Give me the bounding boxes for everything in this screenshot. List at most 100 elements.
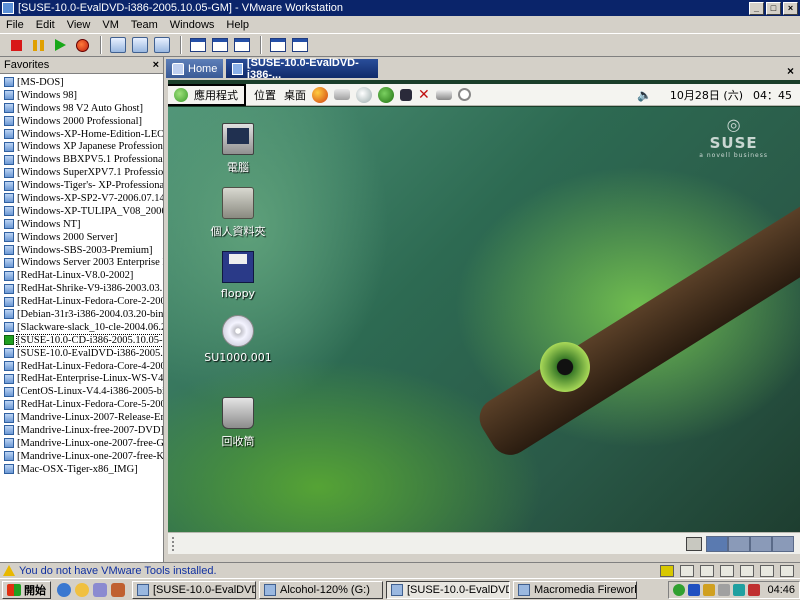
cdrom-device-icon[interactable] <box>680 564 694 577</box>
network-device-icon[interactable] <box>720 564 734 577</box>
desktop-icon-cdrom[interactable]: SU1000.001 <box>198 315 278 364</box>
message-log-icon[interactable] <box>780 564 794 577</box>
favorites-item[interactable]: [SUSE-10.0-CD-i386-2005.10.05-GM <box>0 333 163 347</box>
workspace-1[interactable] <box>706 535 728 552</box>
favorites-item[interactable]: [Mandrive-Linux-one-2007-free-Gnor <box>0 437 163 450</box>
taskbar-item[interactable]: [SUSE-10.0-EvalDVD-i3... <box>132 580 256 599</box>
appliance-view-button[interactable] <box>290 35 310 55</box>
menu-edit[interactable]: Edit <box>36 19 55 31</box>
revert-snapshot-button[interactable] <box>130 35 150 55</box>
taskbar-item[interactable]: Macromedia Fireworks M... <box>513 580 637 599</box>
harddisk-icon[interactable] <box>660 564 674 577</box>
favorites-item[interactable]: [RedHat-Linux-V8.0-2002] <box>0 269 163 282</box>
menu-team[interactable]: Team <box>131 19 158 31</box>
favorites-item[interactable]: [RedHat-Linux-Fedora-Core-2-2004] <box>0 295 163 308</box>
panel-time[interactable]: 04：45 <box>753 87 792 103</box>
favorites-item[interactable]: [RedHat-Enterprise-Linux-WS-V4.0-2 <box>0 372 163 385</box>
full-screen-button[interactable] <box>210 35 230 55</box>
messenger-icon[interactable] <box>75 582 89 597</box>
places-menu[interactable]: 位置 <box>254 87 276 103</box>
help-icon[interactable] <box>356 86 372 103</box>
media-icon[interactable] <box>93 582 107 597</box>
console-view-button[interactable] <box>268 35 288 55</box>
panel-date[interactable]: 10月28日 (六) <box>670 87 743 103</box>
tab-close-button[interactable]: × <box>787 64 800 78</box>
system-clock[interactable]: 04:46 <box>767 584 795 596</box>
ie-icon[interactable] <box>57 582 71 597</box>
desktop-wallpaper[interactable]: ◎ SUSE a novell business 電腦 個人資料夾 floppy… <box>168 107 800 532</box>
menu-file[interactable]: File <box>6 19 24 31</box>
dialog-icon[interactable] <box>400 88 412 101</box>
workspace-2[interactable] <box>728 535 750 552</box>
tray-icon-5[interactable] <box>733 583 746 596</box>
favorites-item[interactable]: [SUSE-10.0-EvalDVD-i386-2005.10.0 <box>0 347 163 360</box>
favorites-item[interactable]: [Windows 2000 Server] <box>0 231 163 244</box>
printer-icon[interactable] <box>435 89 452 100</box>
favorites-item[interactable]: [RedHat-Linux-Fedora-Core-5-2006-i <box>0 398 163 411</box>
favorites-item[interactable]: [MS-DOS] <box>0 76 163 89</box>
tray-icon-1[interactable] <box>673 583 686 596</box>
desktop-menu[interactable]: 桌面 <box>284 87 306 103</box>
favorites-item[interactable]: [Windows XP Japanese Professional] <box>0 140 163 153</box>
panel-handle[interactable] <box>172 536 178 551</box>
network-icon[interactable] <box>378 86 394 103</box>
quick-switch-button[interactable] <box>188 35 208 55</box>
favorites-item[interactable]: [Mandrive-Linux-one-2007-free-KDE] <box>0 450 163 463</box>
favorites-item[interactable]: [Windows-SBS-2003-Premium] <box>0 244 163 257</box>
favorites-item[interactable]: [CentOS-Linux-V4.4-i386-2005-bin1- <box>0 385 163 398</box>
show-desktop-icon[interactable] <box>686 536 702 551</box>
favorites-item[interactable]: [RedHat-Linux-Fedora-Core-4-2005] <box>0 360 163 373</box>
favorites-item[interactable]: [Windows SuperXPV7.1 Professional] <box>0 166 163 179</box>
favorites-item[interactable]: [Mandrive-Linux-free-2007-DVD] <box>0 424 163 437</box>
reset-button[interactable] <box>72 35 92 55</box>
desktop-icon-computer[interactable]: 電腦 <box>198 123 278 175</box>
favorites-item[interactable]: [Windows-XP-SP2-V7-2006.07.14_IS <box>0 192 163 205</box>
favorites-item[interactable]: [Windows NT] <box>0 218 163 231</box>
sound-device-icon[interactable] <box>760 564 774 577</box>
floppy-device-icon[interactable] <box>700 564 714 577</box>
close-button[interactable]: × <box>783 1 798 15</box>
close-icon[interactable]: ✕ <box>418 87 430 103</box>
favorites-item[interactable]: [Windows BBXPV5.1 Professional] <box>0 153 163 166</box>
taskbar-item-active[interactable]: [SUSE-10.0-EvalDVD-i3... <box>386 580 510 599</box>
search-icon[interactable] <box>457 88 471 101</box>
desktop-icon-home-folder[interactable]: 個人資料夾 <box>198 187 278 239</box>
favorites-item[interactable]: [Windows Server 2003 Enterprise Edit <box>0 256 163 269</box>
desktop-icon-trash[interactable]: 回收筒 <box>198 397 278 449</box>
vmware-tools-message[interactable]: You do not have VMware Tools installed. <box>19 565 217 577</box>
desktop-icon-floppy[interactable]: floppy <box>198 251 278 300</box>
tray-icon-2[interactable] <box>688 583 701 596</box>
workspace-4[interactable] <box>772 535 794 552</box>
volume-icon[interactable]: 🔈 <box>637 88 652 102</box>
usb-device-icon[interactable] <box>740 564 754 577</box>
summary-view-button[interactable] <box>232 35 252 55</box>
tray-icon-6[interactable] <box>748 583 761 596</box>
menu-windows[interactable]: Windows <box>170 19 215 31</box>
taskbar-item[interactable]: Alcohol-120% (G:) <box>259 580 383 599</box>
applications-menu[interactable]: 應用程式 <box>168 83 246 106</box>
tray-icon-3[interactable] <box>703 583 716 596</box>
menu-view[interactable]: View <box>67 19 91 31</box>
show-desktop-icon[interactable] <box>111 582 125 597</box>
menu-help[interactable]: Help <box>226 19 249 31</box>
guest-screen[interactable]: 應用程式 位置 桌面 ✕ 🔈 10月28日 (六) 04：45 ◎ SUSE a… <box>168 80 800 554</box>
favorites-item[interactable]: [RedHat-Shrike-V9-i386-2003.03.14-c <box>0 282 163 295</box>
minimize-button[interactable]: _ <box>749 1 764 15</box>
favorites-item[interactable]: [Windows 2000 Professional] <box>0 115 163 128</box>
suspend-button[interactable] <box>28 35 48 55</box>
tab-home[interactable]: Home <box>166 59 224 78</box>
mail-icon[interactable] <box>334 89 350 100</box>
favorites-item[interactable]: [Mac-OSX-Tiger-x86_IMG] <box>0 463 163 476</box>
favorites-item[interactable]: [Debian-31r3-i386-2004.03.20-binary <box>0 308 163 321</box>
favorites-close-button[interactable]: × <box>153 59 159 71</box>
favorites-item[interactable]: [Windows 98 V2 Auto Ghost] <box>0 102 163 115</box>
tray-icon-4[interactable] <box>718 583 731 596</box>
favorites-item[interactable]: [Slackware-slack_10-cle-2004.06.22-i <box>0 321 163 334</box>
snapshot-button[interactable] <box>108 35 128 55</box>
power-on-button[interactable] <box>50 35 70 55</box>
menu-vm[interactable]: VM <box>102 19 119 31</box>
tab-suse-vm[interactable]: [SUSE-10.0-EvalDVD-i386-... <box>226 57 379 81</box>
power-off-button[interactable] <box>6 35 26 55</box>
favorites-item[interactable]: [Windows-Tiger's- XP-Professional-20 <box>0 179 163 192</box>
favorites-item[interactable]: [Windows-XP-Home-Edition-LEO] <box>0 128 163 141</box>
